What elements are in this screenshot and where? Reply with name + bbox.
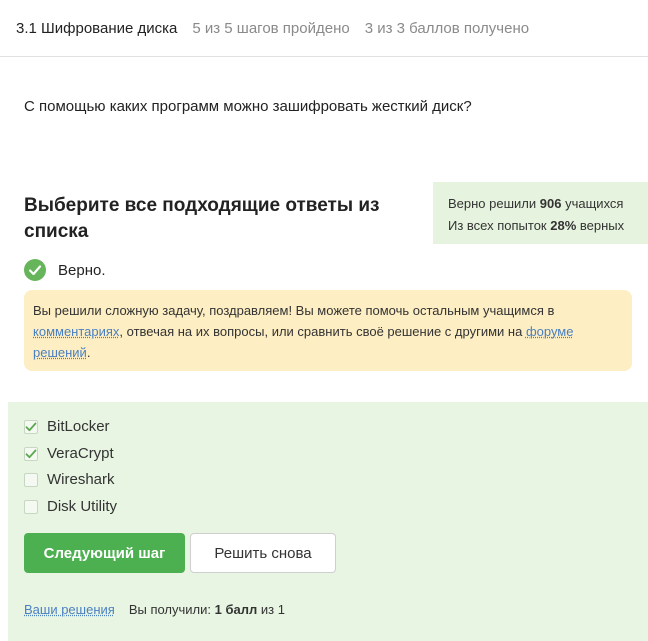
congrats-notice: Вы решили сложную задачу, поздравляем! В… xyxy=(24,290,632,371)
step-title: 3.1 Шифрование диска xyxy=(16,19,178,37)
checkmark-icon xyxy=(25,422,37,431)
comments-link[interactable]: комментариях xyxy=(33,324,119,339)
next-step-button[interactable]: Следующий шаг xyxy=(24,533,185,573)
attempts-stat: Из всех попыток 28% верных xyxy=(448,215,648,237)
option-label: BitLocker xyxy=(47,418,110,435)
checkmark-icon xyxy=(25,449,37,458)
checkbox-checked[interactable] xyxy=(24,446,38,461)
points-progress: 3 из 3 баллов получено xyxy=(364,19,530,37)
verdict: Верно. xyxy=(24,259,105,281)
answers-panel: BitLocker VeraCrypt Wireshark Disk Utili… xyxy=(8,402,648,641)
notice-text-2: , отвечая на их вопросы, или сравнить св… xyxy=(119,324,526,339)
checkbox-unchecked[interactable] xyxy=(24,499,38,514)
check-circle-icon xyxy=(24,259,46,281)
your-solutions-link[interactable]: Ваши решения xyxy=(24,602,115,617)
attempts-percent: 28% xyxy=(550,218,577,233)
step-page: 3.1 Шифрование диска 5 из 5 шагов пройде… xyxy=(0,0,648,641)
option-label: Wireshark xyxy=(47,471,115,488)
submission-footer: Ваши решения Вы получили: 1 балл из 1 xyxy=(24,602,285,617)
option-bitlocker[interactable]: BitLocker xyxy=(24,418,110,435)
solve-stats: Верно решили 906 учащихся Из всех попыто… xyxy=(433,182,648,244)
solved-suffix: учащихся xyxy=(565,196,624,211)
retry-button[interactable]: Решить снова xyxy=(190,533,336,573)
notice-text-3: . xyxy=(86,345,91,360)
steps-progress: 5 из 5 шагов пройдено xyxy=(192,19,350,37)
solved-prefix: Верно решили xyxy=(448,196,537,211)
attempts-prefix: Из всех попыток xyxy=(448,218,547,233)
checkbox-checked[interactable] xyxy=(24,419,38,434)
received-suffix: из 1 xyxy=(260,602,285,617)
option-wireshark[interactable]: Wireshark xyxy=(24,471,115,488)
received-prefix: Вы получили: xyxy=(128,602,212,617)
solved-count: 906 xyxy=(539,196,562,211)
step-header: 3.1 Шифрование диска 5 из 5 шагов пройде… xyxy=(0,0,648,57)
option-veracrypt[interactable]: VeraCrypt xyxy=(24,445,114,462)
notice-text-1: Вы решили сложную задачу, поздравляем! В… xyxy=(33,303,555,318)
verdict-text: Верно. xyxy=(58,261,106,279)
checkbox-unchecked[interactable] xyxy=(24,472,38,487)
attempts-suffix: верных xyxy=(579,218,625,233)
option-disk-utility[interactable]: Disk Utility xyxy=(24,498,117,515)
received-value: 1 балл xyxy=(214,602,258,617)
option-label: Disk Utility xyxy=(47,498,117,515)
question-text: С помощью каких программ можно зашифрова… xyxy=(24,98,472,115)
answer-prompt: Выберите все подходящие ответы из списка xyxy=(24,195,380,242)
solved-stat: Верно решили 906 учащихся xyxy=(448,193,648,215)
option-label: VeraCrypt xyxy=(47,445,114,462)
